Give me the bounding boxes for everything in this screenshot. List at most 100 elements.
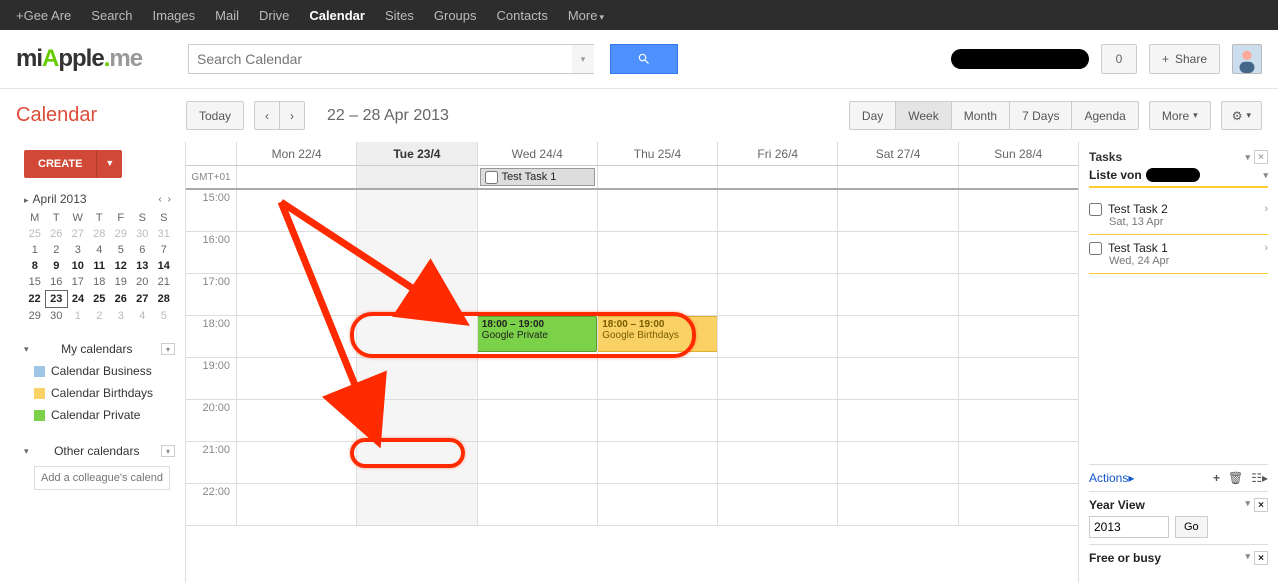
minical-day[interactable]: 29 xyxy=(110,226,132,242)
day-header[interactable]: Thu 25/4 xyxy=(597,142,717,165)
minical-day[interactable]: 31 xyxy=(153,226,175,242)
minical-day[interactable]: 1 xyxy=(67,308,89,325)
topnav-mail[interactable]: Mail xyxy=(215,8,239,23)
hour-cell[interactable] xyxy=(837,358,957,399)
topnav-calendar[interactable]: Calendar xyxy=(309,8,365,23)
day-header[interactable]: Tue 23/4 xyxy=(356,142,476,165)
hour-cell[interactable] xyxy=(356,232,476,273)
hour-cell[interactable] xyxy=(597,274,717,315)
search-input[interactable] xyxy=(188,44,572,74)
minical-day[interactable]: 26 xyxy=(46,226,68,242)
hour-cell[interactable] xyxy=(477,484,597,525)
more-button[interactable]: More ▾ xyxy=(1149,101,1211,130)
hour-cell[interactable] xyxy=(356,274,476,315)
minical-day[interactable]: 16 xyxy=(46,274,68,291)
minical-day[interactable]: 23 xyxy=(46,291,68,308)
hour-cell[interactable] xyxy=(236,232,356,273)
trash-icon[interactable]: 🗑 xyxy=(1228,471,1243,485)
minical-day[interactable]: 25 xyxy=(89,291,111,308)
avatar[interactable] xyxy=(1232,44,1262,74)
allday-cell[interactable] xyxy=(837,166,957,188)
next-button[interactable]: › xyxy=(279,101,305,130)
minical-day[interactable]: 2 xyxy=(46,242,68,258)
view-month[interactable]: Month xyxy=(951,101,1009,130)
hour-cell[interactable] xyxy=(837,316,957,357)
hour-cell[interactable] xyxy=(356,442,476,483)
dropdown-icon[interactable]: ▾ xyxy=(161,445,175,457)
hour-cell[interactable] xyxy=(356,316,476,357)
caret-down-icon[interactable]: ▾ xyxy=(1245,498,1250,512)
hour-cell[interactable] xyxy=(837,274,957,315)
minical-day[interactable]: 5 xyxy=(110,242,132,258)
hour-cell[interactable] xyxy=(597,484,717,525)
hour-cell[interactable] xyxy=(477,274,597,315)
topnav-search[interactable]: Search xyxy=(91,8,132,23)
minimonth-prev[interactable]: ‹ xyxy=(156,194,165,205)
task-checkbox[interactable] xyxy=(1089,203,1102,216)
prev-button[interactable]: ‹ xyxy=(254,101,279,130)
hour-cell[interactable] xyxy=(236,484,356,525)
settings-button[interactable]: ⚙ ▾ xyxy=(1221,101,1262,130)
minical-day[interactable]: 28 xyxy=(89,226,111,242)
view-week[interactable]: Week xyxy=(895,101,950,130)
minical-day[interactable]: 25 xyxy=(24,226,46,242)
minical-day[interactable]: 29 xyxy=(24,308,46,325)
hour-cell[interactable] xyxy=(236,358,356,399)
calendar-item[interactable]: Calendar Private xyxy=(24,404,175,426)
hour-cell[interactable] xyxy=(236,190,356,231)
minical-day[interactable]: 30 xyxy=(46,308,68,325)
search-button[interactable] xyxy=(610,44,678,74)
task-item[interactable]: Test Task 1›Wed, 24 Apr xyxy=(1089,235,1268,274)
create-dropdown[interactable]: ▼ xyxy=(96,150,122,178)
hour-cell[interactable] xyxy=(837,442,957,483)
hour-cell[interactable] xyxy=(717,358,837,399)
topnav-groups[interactable]: Groups xyxy=(434,8,477,23)
minical-day[interactable]: 18 xyxy=(89,274,111,291)
hour-cell[interactable] xyxy=(958,358,1078,399)
task-list-name[interactable]: Liste von ▾ xyxy=(1089,168,1268,188)
allday-cell[interactable] xyxy=(597,166,717,188)
view-day[interactable]: Day xyxy=(849,101,895,130)
minical-day[interactable]: 1 xyxy=(24,242,46,258)
hour-cell[interactable] xyxy=(356,358,476,399)
calendar-item[interactable]: Calendar Business xyxy=(24,360,175,382)
hour-cell[interactable] xyxy=(717,400,837,441)
hour-cell[interactable] xyxy=(236,274,356,315)
minical-day[interactable]: 4 xyxy=(132,308,154,325)
minical-day[interactable]: 24 xyxy=(67,291,89,308)
hour-cell[interactable] xyxy=(837,484,957,525)
hour-cell[interactable] xyxy=(837,400,957,441)
allday-cell[interactable] xyxy=(356,166,476,188)
minical-day[interactable]: 30 xyxy=(132,226,154,242)
hour-cell[interactable] xyxy=(477,400,597,441)
hour-cell[interactable] xyxy=(717,316,837,357)
minical-day[interactable]: 11 xyxy=(89,258,111,274)
minical-day[interactable]: 15 xyxy=(24,274,46,291)
hour-cell[interactable] xyxy=(837,232,957,273)
search-dropdown-toggle[interactable]: ▾ xyxy=(572,44,594,74)
hour-cell[interactable] xyxy=(597,190,717,231)
dropdown-icon[interactable]: ▾ xyxy=(161,343,175,355)
my-calendars-header[interactable]: My calendars▾ xyxy=(24,338,175,360)
minical-day[interactable]: 28 xyxy=(153,291,175,308)
hour-cell[interactable] xyxy=(958,190,1078,231)
notifications-count[interactable]: 0 xyxy=(1101,44,1137,74)
day-header[interactable]: Mon 22/4 xyxy=(236,142,356,165)
hour-cell[interactable] xyxy=(356,484,476,525)
minical-day[interactable]: 17 xyxy=(67,274,89,291)
minical-day[interactable]: 22 xyxy=(24,291,46,308)
minical-day[interactable]: 8 xyxy=(24,258,46,274)
day-header[interactable]: Sat 27/4 xyxy=(837,142,957,165)
hour-cell[interactable] xyxy=(597,358,717,399)
minical-day[interactable]: 2 xyxy=(89,308,111,325)
actions-link[interactable]: Actions▸ xyxy=(1089,471,1134,485)
minical-day[interactable]: 5 xyxy=(153,308,175,325)
hour-cell[interactable] xyxy=(597,400,717,441)
topnav-contacts[interactable]: Contacts xyxy=(497,8,548,23)
day-header[interactable]: Fri 26/4 xyxy=(717,142,837,165)
close-icon[interactable]: × xyxy=(1254,551,1268,565)
minical-day[interactable]: 13 xyxy=(132,258,154,274)
hour-cell[interactable] xyxy=(717,484,837,525)
hour-cell[interactable] xyxy=(958,232,1078,273)
minical-day[interactable]: 26 xyxy=(110,291,132,308)
